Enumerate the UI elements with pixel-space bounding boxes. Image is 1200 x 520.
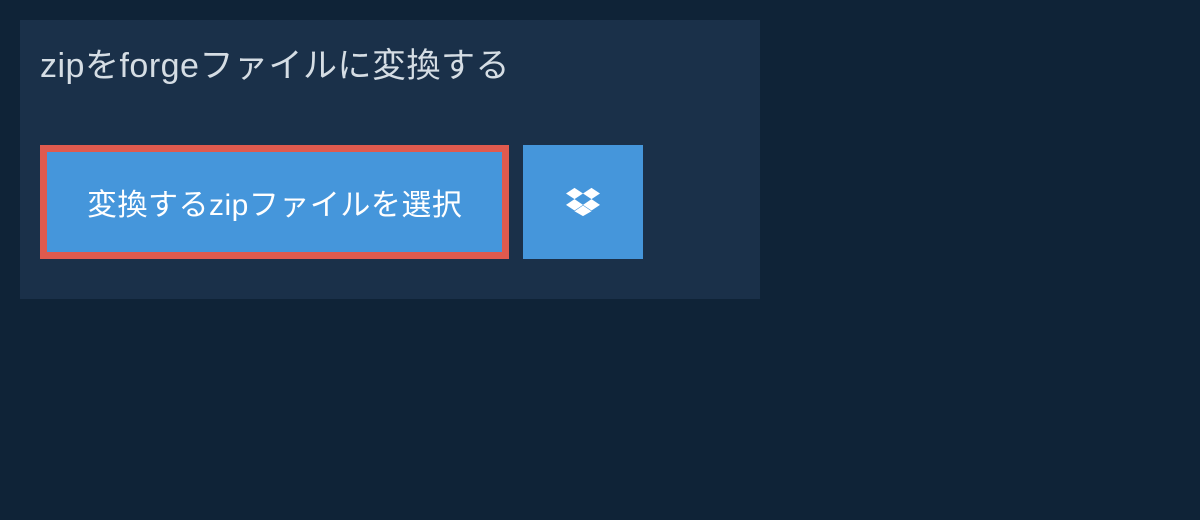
select-file-button[interactable]: 変換するzipファイルを選択 — [40, 145, 509, 259]
page-title: zipをforgeファイルに変換する — [40, 38, 552, 87]
dropbox-icon — [566, 185, 600, 219]
button-row: 変換するzipファイルを選択 — [20, 105, 760, 259]
heading-container: zipをforgeファイルに変換する — [20, 20, 572, 105]
select-file-label: 変換するzipファイルを選択 — [87, 180, 462, 224]
dropbox-button[interactable] — [523, 145, 643, 259]
converter-panel: zipをforgeファイルに変換する 変換するzipファイルを選択 — [20, 20, 760, 299]
